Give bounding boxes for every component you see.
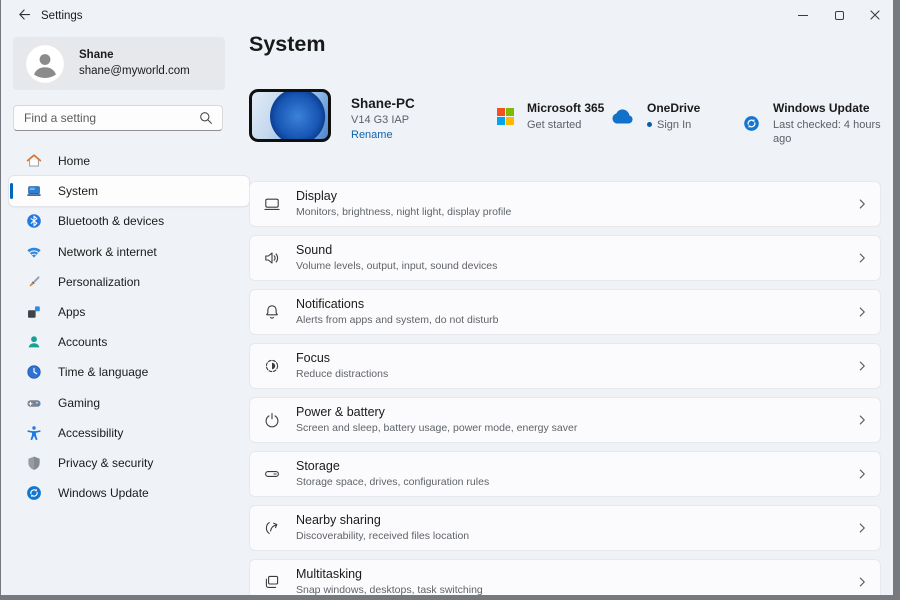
windows-update-icon xyxy=(26,485,42,501)
privacy-icon xyxy=(26,455,42,471)
settings-row-power-battery[interactable]: Power & battery Screen and sleep, batter… xyxy=(249,397,881,443)
network-icon xyxy=(26,244,42,260)
search-input[interactable] xyxy=(14,111,199,125)
close-button[interactable] xyxy=(857,0,893,30)
time-language-icon xyxy=(26,364,42,380)
sidebar-item-gaming[interactable]: Gaming xyxy=(9,388,249,418)
chevron-right-icon xyxy=(859,253,866,264)
back-button[interactable] xyxy=(17,7,35,23)
sidebar: Shane shane@myworld.com Home System Blue… xyxy=(1,30,249,595)
card-status: Sign In xyxy=(647,118,700,132)
chevron-right-icon xyxy=(859,361,866,372)
bluetooth-icon xyxy=(26,213,42,229)
system-icon xyxy=(26,183,42,199)
search-icon[interactable] xyxy=(199,111,213,125)
avatar xyxy=(26,44,64,83)
person-icon xyxy=(26,44,64,83)
minimize-icon xyxy=(798,14,808,16)
display-icon xyxy=(263,195,281,213)
status-dot xyxy=(647,122,652,128)
minimize-button[interactable] xyxy=(785,0,821,30)
profile-name: Shane xyxy=(79,48,114,61)
onedrive-icon xyxy=(610,109,634,124)
maximize-icon xyxy=(834,10,844,20)
device-name: Shane-PC xyxy=(351,96,415,111)
sidebar-item-accessibility[interactable]: Accessibility xyxy=(9,418,249,448)
chevron-right-icon xyxy=(859,469,866,480)
card-title: OneDrive xyxy=(647,101,701,115)
device-image xyxy=(249,89,331,142)
chevron-right-icon xyxy=(859,577,866,588)
settings-window: Settings Shane shane@myworld.com Ho xyxy=(1,0,893,595)
device-model: V14 G3 IAP xyxy=(351,114,410,126)
card-title: Windows Update xyxy=(773,101,870,115)
card-status: Last checked: 4 hours ago xyxy=(773,118,881,145)
nearby-sharing-icon xyxy=(263,519,281,537)
titlebar: Settings xyxy=(1,0,893,30)
notifications-icon xyxy=(263,303,281,321)
accounts-icon xyxy=(26,334,42,350)
windows-update-icon xyxy=(743,115,760,132)
accessibility-icon xyxy=(26,425,42,441)
onedrive-card[interactable]: OneDrive Sign In xyxy=(610,101,700,132)
sound-icon xyxy=(263,249,281,267)
settings-row-sound[interactable]: Sound Volume levels, output, input, soun… xyxy=(249,235,881,281)
settings-row-display[interactable]: Display Monitors, brightness, night ligh… xyxy=(249,181,881,227)
windows-update-card[interactable]: Windows Update Last checked: 4 hours ago xyxy=(743,101,893,146)
personalization-icon xyxy=(26,274,42,290)
storage-icon xyxy=(263,465,281,483)
sidebar-item-network-internet[interactable]: Network & internet xyxy=(9,237,249,267)
sidebar-item-time-language[interactable]: Time & language xyxy=(9,357,249,387)
back-arrow-icon xyxy=(19,9,31,20)
microsoft-365-icon xyxy=(497,107,514,125)
card-title: Microsoft 365 xyxy=(527,101,605,115)
power-icon xyxy=(263,411,281,429)
chevron-right-icon xyxy=(859,523,866,534)
sidebar-item-personalization[interactable]: Personalization xyxy=(9,267,249,297)
sidebar-item-windows-update[interactable]: Windows Update xyxy=(9,478,249,508)
sidebar-item-bluetooth-devices[interactable]: Bluetooth & devices xyxy=(9,206,249,236)
settings-row-focus[interactable]: Focus Reduce distractions xyxy=(249,343,881,389)
chevron-right-icon xyxy=(859,307,866,318)
selected-accent-bar xyxy=(10,183,13,200)
home-icon xyxy=(26,153,42,169)
page-title: System xyxy=(249,32,326,56)
multitasking-icon xyxy=(263,573,281,591)
sidebar-item-system[interactable]: System xyxy=(9,176,249,207)
profile-card[interactable]: Shane shane@myworld.com xyxy=(13,37,225,90)
sidebar-item-privacy-security[interactable]: Privacy & security xyxy=(9,448,249,478)
maximize-button[interactable] xyxy=(821,0,857,30)
sidebar-item-home[interactable]: Home xyxy=(9,146,249,176)
gaming-icon xyxy=(26,395,42,411)
close-icon xyxy=(870,10,880,20)
card-status: Get started xyxy=(527,118,582,131)
sidebar-item-accounts[interactable]: Accounts xyxy=(9,327,249,357)
settings-list: Display Monitors, brightness, night ligh… xyxy=(249,181,881,595)
apps-icon xyxy=(26,304,42,320)
sidebar-item-apps[interactable]: Apps xyxy=(9,297,249,327)
profile-email: shane@myworld.com xyxy=(79,64,190,77)
chevron-right-icon xyxy=(859,199,866,210)
sidebar-nav: Home System Bluetooth & devices Network … xyxy=(9,146,249,508)
settings-row-notifications[interactable]: Notifications Alerts from apps and syste… xyxy=(249,289,881,335)
chevron-right-icon xyxy=(859,415,866,426)
search-box xyxy=(13,105,223,131)
rename-link[interactable]: Rename xyxy=(351,129,393,141)
settings-row-multitasking[interactable]: Multitasking Snap windows, desktops, tas… xyxy=(249,559,881,595)
settings-row-storage[interactable]: Storage Storage space, drives, configura… xyxy=(249,451,881,497)
window-title: Settings xyxy=(41,10,83,22)
microsoft-365-card[interactable]: Microsoft 365 Get started xyxy=(497,101,604,132)
focus-icon xyxy=(263,357,281,375)
settings-row-nearby-sharing[interactable]: Nearby sharing Discoverability, received… xyxy=(249,505,881,551)
